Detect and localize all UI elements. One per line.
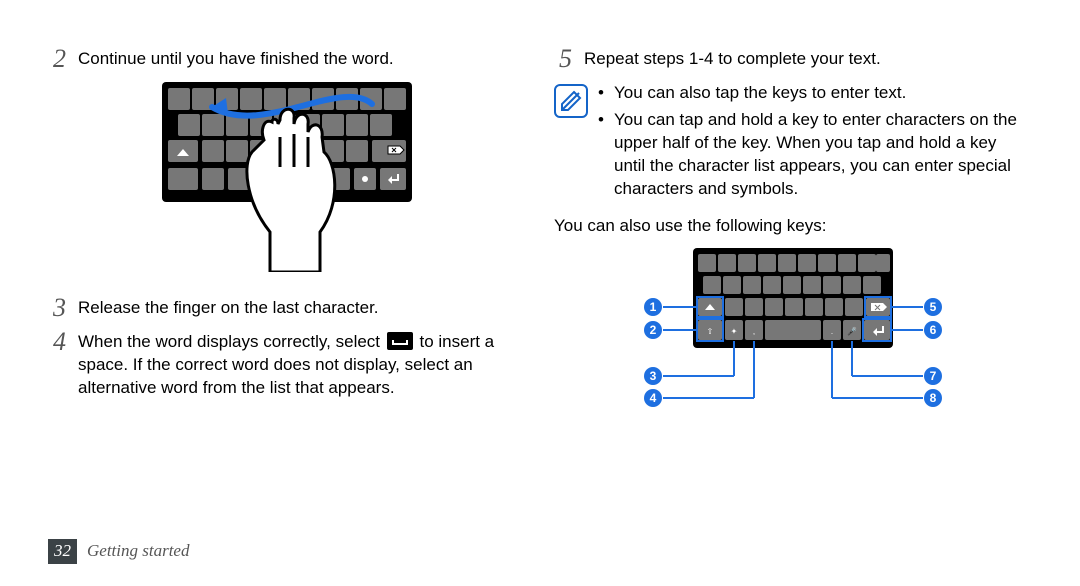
note-bullet-2: • You can tap and hold a key to enter ch…: [598, 109, 1032, 201]
section-name: Getting started: [87, 540, 189, 563]
swype-keyboard-illustration: [152, 82, 422, 272]
step-text: When the word displays correctly, select…: [78, 331, 526, 400]
svg-text:7: 7: [930, 369, 937, 383]
page: 2 Continue until you have finished the w…: [0, 0, 1080, 586]
note-bullet-1: • You can also tap the keys to enter tex…: [598, 82, 1032, 105]
step4-text-before: When the word displays correctly, select: [78, 332, 385, 351]
step-3: 3 Release the finger on the last charact…: [48, 297, 526, 321]
svg-text:4: 4: [650, 391, 657, 405]
step-text: Release the finger on the last character…: [78, 297, 526, 321]
svg-text:⇧: ⇧: [707, 327, 714, 336]
note-text: You can tap and hold a key to enter char…: [614, 109, 1032, 201]
right-column: 5 Repeat steps 1-4 to complete your text…: [554, 48, 1032, 453]
step-5: 5 Repeat steps 1-4 to complete your text…: [554, 48, 1032, 72]
note-block: • You can also tap the keys to enter tex…: [554, 82, 1032, 205]
keyboard-callout-figure: ⇧ ✦ , . 🎤: [554, 248, 1032, 435]
keyboard-callout-illustration: ⇧ ✦ , . 🎤: [613, 248, 973, 428]
page-number: 32: [48, 539, 77, 564]
step-number: 3: [48, 295, 66, 321]
following-keys-text: You can also use the following keys:: [554, 215, 1032, 238]
note-text: You can also tap the keys to enter text.: [614, 82, 906, 105]
swype-keyboard-figure: [48, 82, 526, 279]
svg-text:3: 3: [650, 369, 657, 383]
bullet-icon: •: [598, 109, 608, 201]
svg-text:✦: ✦: [731, 327, 738, 336]
space-key-icon: [387, 332, 413, 350]
step-number: 5: [554, 46, 572, 72]
step-2: 2 Continue until you have finished the w…: [48, 48, 526, 72]
step-4: 4 When the word displays correctly, sele…: [48, 331, 526, 400]
svg-text:,: ,: [753, 327, 755, 336]
step-number: 2: [48, 46, 66, 72]
svg-text:8: 8: [930, 391, 937, 405]
svg-text:2: 2: [650, 323, 657, 337]
note-icon: [554, 84, 588, 118]
step-text: Repeat steps 1-4 to complete your text.: [584, 48, 1032, 72]
bullet-icon: •: [598, 82, 608, 105]
svg-text:1: 1: [650, 300, 657, 314]
svg-text:.: .: [831, 327, 833, 336]
step-number: 4: [48, 329, 66, 400]
svg-text:🎤: 🎤: [847, 326, 857, 336]
svg-text:6: 6: [930, 323, 937, 337]
svg-text:5: 5: [930, 300, 937, 314]
page-footer: 32 Getting started: [48, 539, 189, 564]
left-column: 2 Continue until you have finished the w…: [48, 48, 526, 453]
step-text: Continue until you have finished the wor…: [78, 48, 526, 72]
